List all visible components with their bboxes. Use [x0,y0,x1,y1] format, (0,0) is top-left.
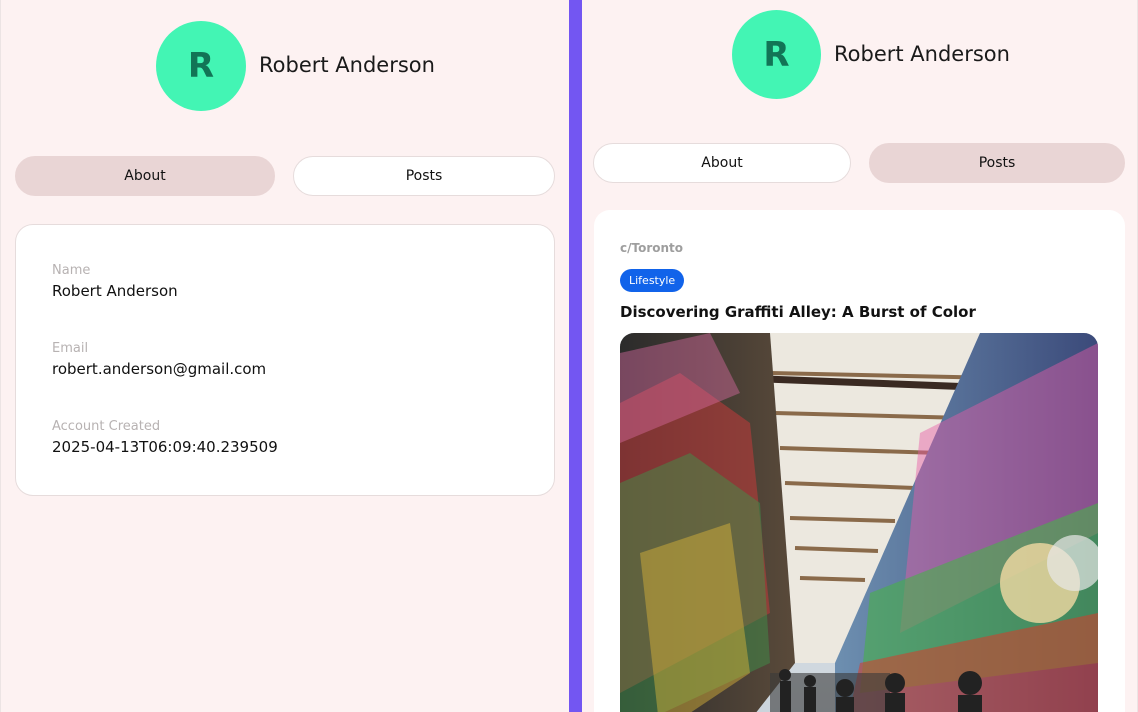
profile-name: Robert Anderson [834,42,1010,66]
post-card[interactable]: c/Toronto Lifestyle Discovering Graffiti… [594,210,1125,712]
avatar: R [732,10,821,99]
post-title[interactable]: Discovering Graffiti Alley: A Burst of C… [620,303,976,321]
tab-posts-label: Posts [978,155,1016,171]
profile-posts-panel: R Robert Anderson About Posts c/Toronto … [582,0,1138,712]
profile-name: Robert Anderson [259,53,435,77]
tab-about[interactable]: About [15,156,275,196]
category-tag[interactable]: Lifestyle [620,269,685,292]
tab-about-label: About [124,168,166,184]
profile-about-panel: R Robert Anderson About Posts Name Rober… [0,0,569,712]
email-value: robert.anderson@gmail.com [52,360,267,378]
name-field: Name Robert Anderson [52,263,178,300]
about-card: Name Robert Anderson Email robert.anders… [15,224,555,496]
account-created-value: 2025-04-13T06:09:40.239509 [52,438,278,456]
avatar-initial: R [763,34,790,75]
name-value: Robert Anderson [52,282,178,300]
tab-about[interactable]: About [593,143,851,183]
name-label: Name [52,263,91,278]
post-image[interactable] [620,333,1098,712]
tab-posts[interactable]: Posts [293,156,555,196]
tab-about-label: About [701,155,743,171]
email-label: Email [52,341,89,356]
tab-posts-label: Posts [405,168,443,184]
panel-divider [569,0,582,712]
graffiti-alley-illustration [620,333,1098,712]
community-link[interactable]: c/Toronto [620,241,683,255]
account-created-field: Account Created 2025-04-13T06:09:40.2395… [52,419,278,456]
email-field: Email robert.anderson@gmail.com [52,341,266,378]
tab-posts[interactable]: Posts [869,143,1125,183]
avatar: R [156,21,246,111]
account-created-label: Account Created [52,419,161,434]
avatar-initial: R [187,46,215,86]
